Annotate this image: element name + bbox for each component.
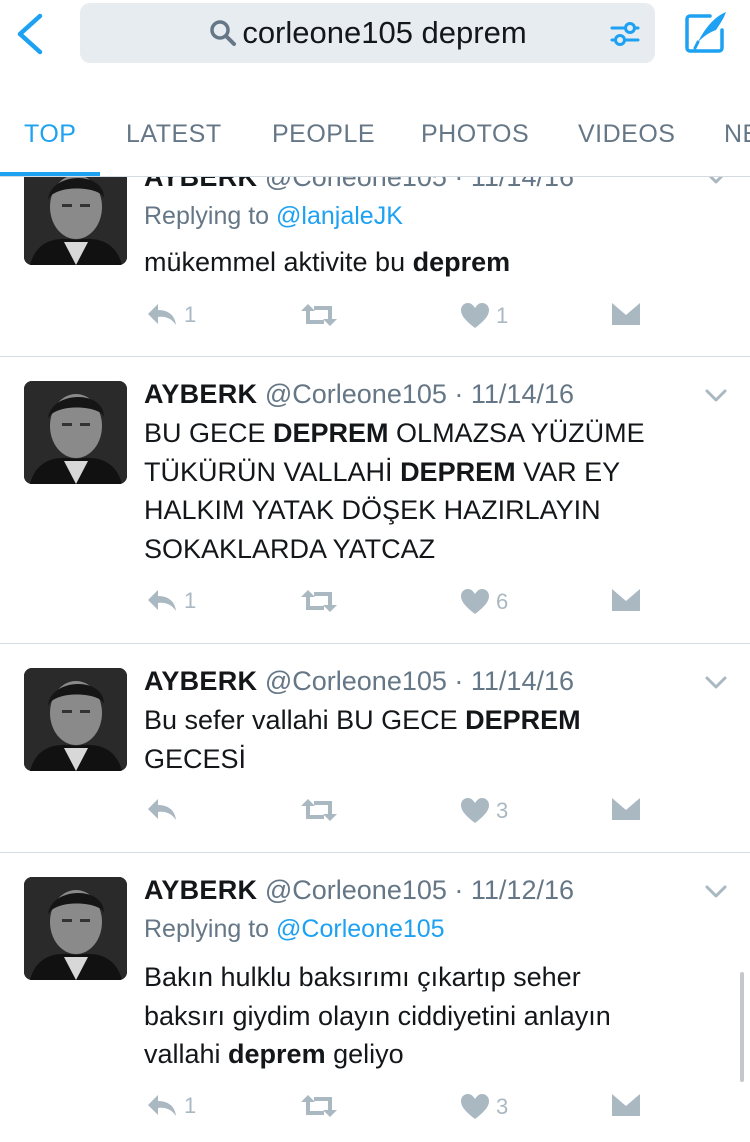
direct-message-button[interactable]	[611, 302, 641, 326]
tweet-text: Bu sefer vallahi BU GECE DEPREM GECESİ	[144, 705, 581, 774]
search-icon	[208, 18, 238, 48]
tweet[interactable]: AYBERK @Corleone105 · 11/12/16 Replying …	[0, 853, 750, 1142]
timestamp: 11/14/16	[470, 666, 575, 696]
direct-message-button[interactable]	[611, 588, 641, 612]
like-count: 1	[496, 302, 509, 328]
caret-down-icon[interactable]	[704, 884, 728, 900]
tab-news[interactable]: NEWS	[724, 120, 750, 149]
tweet-text: mükemmel aktivite bu deprem	[144, 247, 511, 277]
heart-icon	[461, 1094, 489, 1119]
direct-message-button[interactable]	[611, 1093, 641, 1117]
tab-photos[interactable]: PHOTOS	[421, 120, 529, 149]
reply-count: 1	[184, 1093, 197, 1118]
retweet-button[interactable]	[300, 1093, 338, 1119]
avatar[interactable]	[24, 668, 127, 771]
search-field[interactable]: corleone105 deprem	[80, 3, 655, 63]
reply-button[interactable]	[146, 797, 184, 823]
like-button[interactable]: 1	[460, 302, 508, 329]
retweet-icon	[301, 1095, 337, 1117]
back-chevron-icon[interactable]	[10, 12, 50, 56]
tweet[interactable]: AYBERK @Corleone105 · 11/14/16 Replying …	[0, 150, 750, 356]
retweet-icon	[301, 799, 337, 821]
replying-to: Replying to @Corleone105	[144, 915, 445, 943]
retweet-button[interactable]	[300, 588, 338, 614]
tweet[interactable]: AYBERK @Corleone105 · 11/14/16 BU GECE D…	[0, 357, 750, 643]
reply-icon	[148, 799, 176, 820]
tweet-text: Bakın hulklu baksırımı çıkartıp seher ba…	[144, 962, 611, 1069]
scrollbar[interactable]	[740, 972, 744, 1082]
reply-count: 1	[184, 588, 197, 613]
like-count: 6	[496, 588, 509, 614]
tab-videos[interactable]: VIDEOS	[578, 120, 675, 149]
direct-message-icon	[612, 798, 640, 820]
search-query: corleone105 deprem	[242, 15, 527, 50]
direct-message-icon	[612, 1094, 640, 1116]
direct-message-icon	[612, 303, 640, 325]
avatar[interactable]	[24, 381, 127, 484]
like-button[interactable]: 6	[460, 588, 508, 615]
tweet-text: BU GECE DEPREM OLMAZSA YÜZÜME TÜKÜRÜN VA…	[144, 418, 645, 564]
replying-to: Replying to @lanjaleJK	[144, 202, 403, 230]
reply-button[interactable]: 1	[146, 302, 196, 328]
avatar[interactable]	[24, 877, 127, 980]
handle[interactable]: @Corleone105	[265, 875, 447, 905]
mention-link[interactable]: @Corleone105	[276, 915, 445, 943]
reply-button[interactable]: 1	[146, 588, 196, 614]
display-name[interactable]: AYBERK	[144, 666, 257, 696]
mention-link[interactable]: @lanjaleJK	[276, 202, 403, 230]
top-bar: corleone105 deprem	[0, 0, 750, 90]
like-count: 3	[496, 1093, 509, 1119]
retweet-icon	[301, 590, 337, 612]
timestamp: 11/12/16	[470, 875, 575, 905]
heart-icon	[461, 798, 489, 823]
heart-icon	[461, 589, 489, 614]
display-name[interactable]: AYBERK	[144, 875, 257, 905]
tab-latest[interactable]: LATEST	[126, 120, 222, 149]
display-name[interactable]: AYBERK	[144, 379, 257, 409]
handle[interactable]: @Corleone105	[265, 666, 447, 696]
like-count: 3	[496, 797, 509, 823]
timestamp: 11/14/16	[470, 379, 575, 409]
reply-button[interactable]: 1	[146, 1093, 196, 1119]
heart-icon	[461, 303, 489, 328]
like-button[interactable]: 3	[460, 1093, 508, 1120]
active-tab-indicator	[0, 172, 100, 176]
handle[interactable]: @Corleone105	[265, 379, 447, 409]
direct-message-icon	[612, 589, 640, 611]
reply-icon	[148, 590, 176, 611]
caret-down-icon[interactable]	[704, 675, 728, 691]
avatar[interactable]	[24, 162, 127, 265]
reply-icon	[148, 304, 176, 325]
reply-count: 1	[184, 302, 197, 327]
direct-message-button[interactable]	[611, 797, 641, 821]
caret-down-icon[interactable]	[704, 388, 728, 404]
search-tabs: TOP LATEST PEOPLE PHOTOS VIDEOS NEWS	[0, 90, 750, 177]
retweet-button[interactable]	[300, 302, 338, 328]
tweet[interactable]: AYBERK @Corleone105 · 11/14/16 Bu sefer …	[0, 644, 750, 852]
filter-icon[interactable]	[609, 18, 641, 50]
retweet-icon	[301, 304, 337, 326]
like-button[interactable]: 3	[460, 797, 508, 824]
tab-people[interactable]: PEOPLE	[272, 120, 375, 149]
tab-top[interactable]: TOP	[24, 120, 76, 149]
reply-icon	[148, 1095, 176, 1116]
compose-icon[interactable]	[682, 8, 730, 56]
retweet-button[interactable]	[300, 797, 338, 823]
